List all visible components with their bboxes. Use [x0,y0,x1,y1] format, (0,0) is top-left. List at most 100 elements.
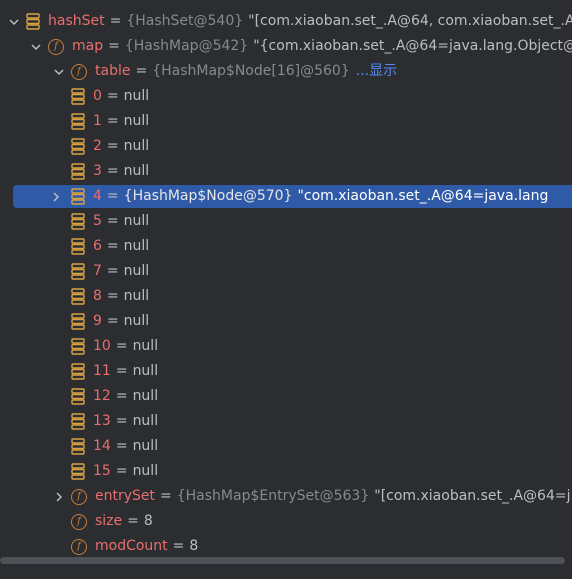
table-element-row[interactable]: 15 = null [0,459,572,484]
variable-value: "[com.xiaoban.set_.A@64=j [374,488,571,504]
field-icon: f [71,513,87,530]
table-element-row[interactable]: 8 = null [0,284,572,309]
equals-sign: = [106,288,119,304]
variable-type: {HashMap$Node[16]@560} [152,63,350,79]
show-link[interactable]: ...显示 [356,59,397,84]
equals-sign: = [172,538,185,554]
table-element-row[interactable]: 11 = null [0,359,572,384]
element-index: 15 [93,463,111,479]
tree-row-size[interactable]: f size = 8 [0,509,572,534]
equals-sign: = [115,438,128,454]
element-value: null [123,113,150,129]
variable-name: hashSet [48,13,105,29]
element-value: null [123,138,150,154]
variable-type: {HashMap@542} [124,38,249,54]
array-icon [26,13,40,30]
table-element-row[interactable]: 4 = {HashMap$Node@570} "com.xiaoban.set_.A@… [0,184,572,209]
tree-row-table[interactable]: f table = {HashMap$Node[16]@560} ...显示 [0,59,572,84]
tree-row-entryset[interactable]: f entrySet = {HashMap$EntrySet@563} "[co… [0,484,572,509]
scrollbar-thumb[interactable] [0,557,565,564]
equals-sign: = [115,363,128,379]
variable-type: {HashSet@540} [126,13,244,29]
element-index: 5 [93,213,102,229]
variable-name: map [72,38,104,54]
table-element-row[interactable]: 14 = null [0,434,572,459]
element-value: null [123,288,150,304]
array-element-icon [71,288,85,305]
table-element-row[interactable]: 5 = null [0,209,572,234]
element-type: {HashMap$Node@570} [123,188,293,204]
element-index: 1 [93,113,102,129]
element-index: 6 [93,238,102,254]
element-index: 7 [93,263,102,279]
tree-row-hashset[interactable]: hashSet = {HashSet@540} "[com.xiaoban.se… [0,9,572,34]
variable-name: entrySet [95,488,156,504]
array-element-icon [71,88,85,105]
table-element-row[interactable]: 3 = null [0,159,572,184]
equals-sign: = [106,113,119,129]
equals-sign: = [108,38,120,54]
element-value: null [132,438,159,454]
chevron-right-icon[interactable] [51,484,67,509]
equals-sign: = [115,338,128,354]
chevron-right-icon[interactable] [48,184,64,209]
table-element-row[interactable]: 2 = null [0,134,572,159]
table-element-row[interactable]: 13 = null [0,409,572,434]
equals-sign: = [106,213,119,229]
element-index: 0 [93,88,102,104]
equals-sign: = [109,13,122,29]
element-value: null [123,313,150,329]
equals-sign: = [106,163,119,179]
element-value: null [132,338,159,354]
variable-value: 8 [143,513,153,529]
array-element-icon [71,388,85,405]
array-element-icon [71,238,85,255]
field-icon: f [48,38,64,55]
element-value: "com.xiaoban.set_.A@64=java.lang [297,188,549,204]
array-element-icon [71,338,85,355]
equals-sign: = [106,88,119,104]
chevron-down-icon[interactable] [6,9,22,34]
tree-row-map[interactable]: f map = {HashMap@542} "{com.xiaoban.set_… [0,34,572,59]
equals-sign: = [106,188,119,204]
element-index: 2 [93,138,102,154]
tree-row-modcount[interactable]: f modCount = 8 [0,534,572,558]
variable-value: "{com.xiaoban.set_.A@64=java.lang.Object… [253,38,572,54]
element-value: null [132,363,159,379]
element-index: 13 [93,413,111,429]
element-index: 12 [93,388,111,404]
element-index: 3 [93,163,102,179]
element-index: 10 [93,338,111,354]
array-element-icon [71,263,85,280]
equals-sign: = [115,413,128,429]
element-value: null [132,413,159,429]
element-value: null [123,163,150,179]
element-value: null [123,213,150,229]
equals-sign: = [160,488,172,504]
horizontal-scrollbar[interactable] [0,556,572,565]
element-index: 9 [93,313,102,329]
field-icon: f [71,488,87,505]
table-element-row[interactable]: 9 = null [0,309,572,334]
variable-type: {HashMap$EntrySet@563} [176,488,370,504]
equals-sign: = [135,63,148,79]
table-element-row[interactable]: 1 = null [0,109,572,134]
chevron-down-icon[interactable] [51,59,67,84]
element-index: 11 [93,363,111,379]
table-element-row[interactable]: 12 = null [0,384,572,409]
table-element-row[interactable]: 7 = null [0,259,572,284]
bottom-panel-edge [0,565,572,579]
table-element-row[interactable]: 0 = null [0,84,572,109]
variable-name: modCount [95,538,168,554]
field-icon: f [71,538,87,555]
table-element-row[interactable]: 6 = null [0,234,572,259]
equals-sign: = [106,138,119,154]
equals-sign: = [106,313,119,329]
chevron-down-icon[interactable] [28,34,44,59]
equals-sign: = [115,388,128,404]
array-element-icon [71,438,85,455]
array-element-icon [71,188,85,205]
array-element-icon [71,313,85,330]
table-element-row[interactable]: 10 = null [0,334,572,359]
field-icon: f [71,63,87,80]
